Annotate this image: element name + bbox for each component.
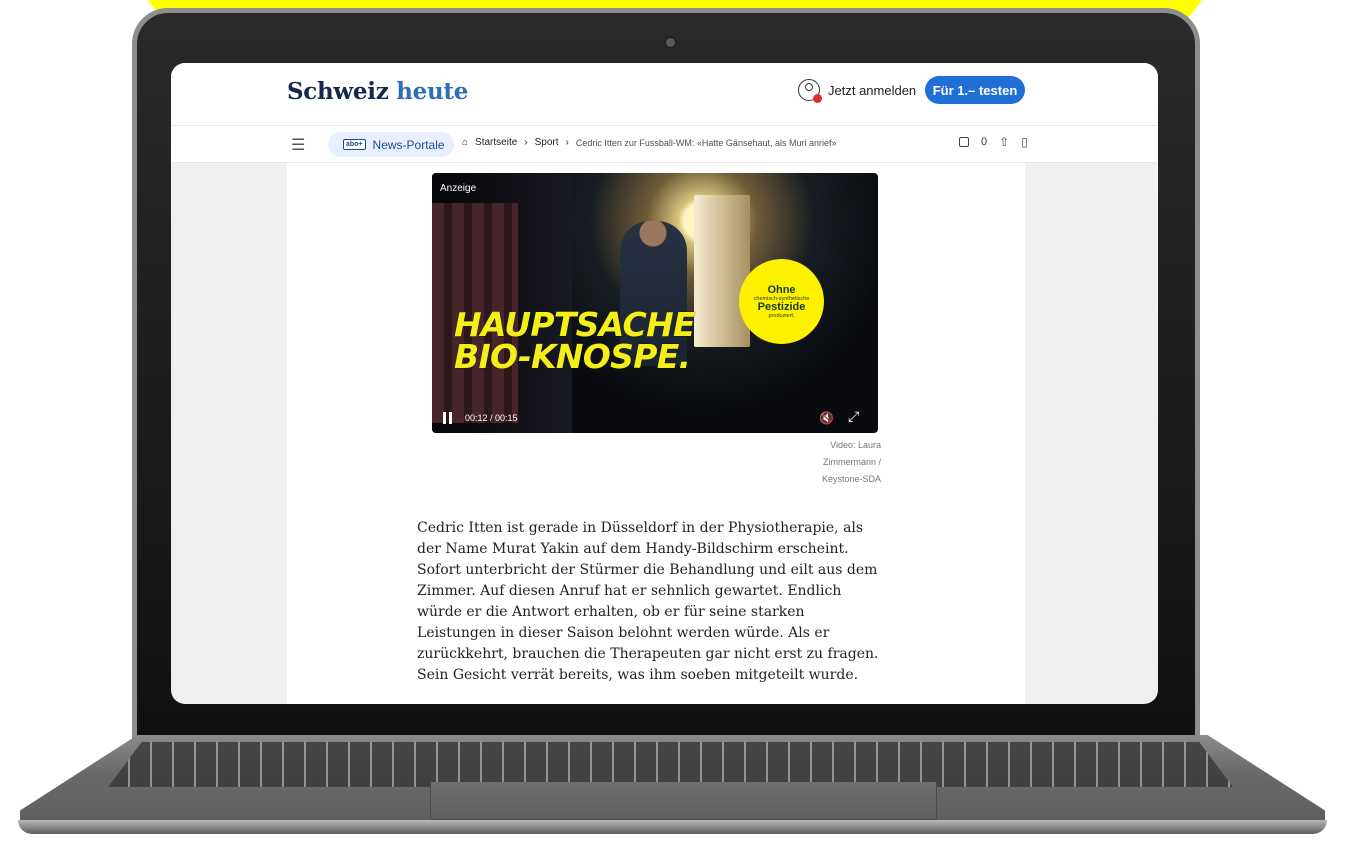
home-icon: ⌂ — [462, 137, 469, 148]
trial-button[interactable]: Für 1.– testen — [925, 76, 1025, 104]
article-page: Anzeige HAUPTSACHE BIO-KNOSPE. Ohne chem… — [287, 163, 1025, 704]
site-header: Schweiz heute Jetzt anmelden Für 1.– tes… — [171, 63, 1158, 125]
laptop-screen: Schweiz heute Jetzt anmelden Für 1.– tes… — [171, 63, 1158, 704]
bookmark-icon[interactable]: ▯ — [1021, 135, 1028, 149]
expand-icon[interactable]: ⤢ — [848, 408, 859, 425]
seal-line-ohne: Ohne — [767, 283, 796, 296]
logo-part-heute: heute — [396, 78, 469, 105]
article-paragraph: Cedric Itten ist gerade in Düsseldorf in… — [417, 520, 879, 683]
video-caption: Video: Laura Zimmermann / Keystone-SDA — [821, 440, 881, 484]
laptop-lid: Schweiz heute Jetzt anmelden Für 1.– tes… — [132, 8, 1200, 748]
site-logo[interactable]: Schweiz heute — [287, 78, 468, 105]
video-fridge-light — [694, 195, 750, 347]
ad-headline: HAUPTSACHE BIO-KNOSPE. — [454, 308, 696, 376]
user-icon — [798, 79, 822, 103]
trackpad — [430, 782, 937, 820]
keyboard — [108, 742, 1233, 787]
login-label: Jetzt anmelden — [828, 82, 917, 98]
device-mockup: Schweiz heute Jetzt anmelden Für 1.– tes… — [0, 0, 1345, 842]
menu-search-icon[interactable]: ☰ — [291, 135, 305, 155]
comment-icon[interactable] — [959, 137, 969, 147]
breadcrumb: ⌂ Startseite › Sport › Cedric Itten zur … — [462, 137, 837, 148]
news-portals-button[interactable]: abo+ News-Portale — [328, 132, 454, 157]
login-link[interactable]: Jetzt anmelden — [798, 79, 917, 103]
article-actions: 0 ⇧ ▯ — [959, 135, 1028, 149]
video-time: 00:12 / 00:15 — [465, 413, 518, 423]
logo-part-schweiz: Schweiz — [287, 78, 389, 105]
share-icon[interactable]: ⇧ — [999, 135, 1009, 149]
laptop-base-edge — [18, 820, 1327, 834]
mute-icon[interactable]: 🔇 — [819, 411, 834, 425]
breadcrumb-home[interactable]: Startseite — [475, 137, 517, 148]
navigation-bar: ☰ abo+ News-Portale ⌂ Startseite › Sport… — [171, 125, 1158, 163]
ad-label: Anzeige — [440, 183, 477, 194]
seal-line-pesticides: Pestizide — [757, 300, 806, 313]
chevron-right-icon: › — [524, 137, 528, 148]
ad-headline-line-2: BIO-KNOSPE. — [454, 337, 691, 376]
breadcrumb-current-article: Cedric Itten zur Fussball-WM: «Hatte Gän… — [575, 137, 837, 148]
ad-video-player[interactable]: Anzeige HAUPTSACHE BIO-KNOSPE. Ohne chem… — [432, 173, 878, 433]
comment-count: 0 — [981, 136, 988, 148]
breadcrumb-sport[interactable]: Sport — [535, 137, 559, 148]
video-controls: 00:12 / 00:15 🔇 ⤢ — [432, 405, 878, 433]
chevron-right-icon: › — [565, 137, 569, 148]
news-portals-label: News-Portale — [372, 137, 445, 152]
pause-icon[interactable] — [443, 412, 452, 424]
bio-seal-badge: Ohne chemisch-synthetische Pestizide pro… — [739, 259, 824, 344]
abo-plus-badge: abo+ — [343, 139, 366, 150]
seal-line-produced: produziert. — [768, 312, 795, 319]
camera-icon — [666, 38, 675, 47]
